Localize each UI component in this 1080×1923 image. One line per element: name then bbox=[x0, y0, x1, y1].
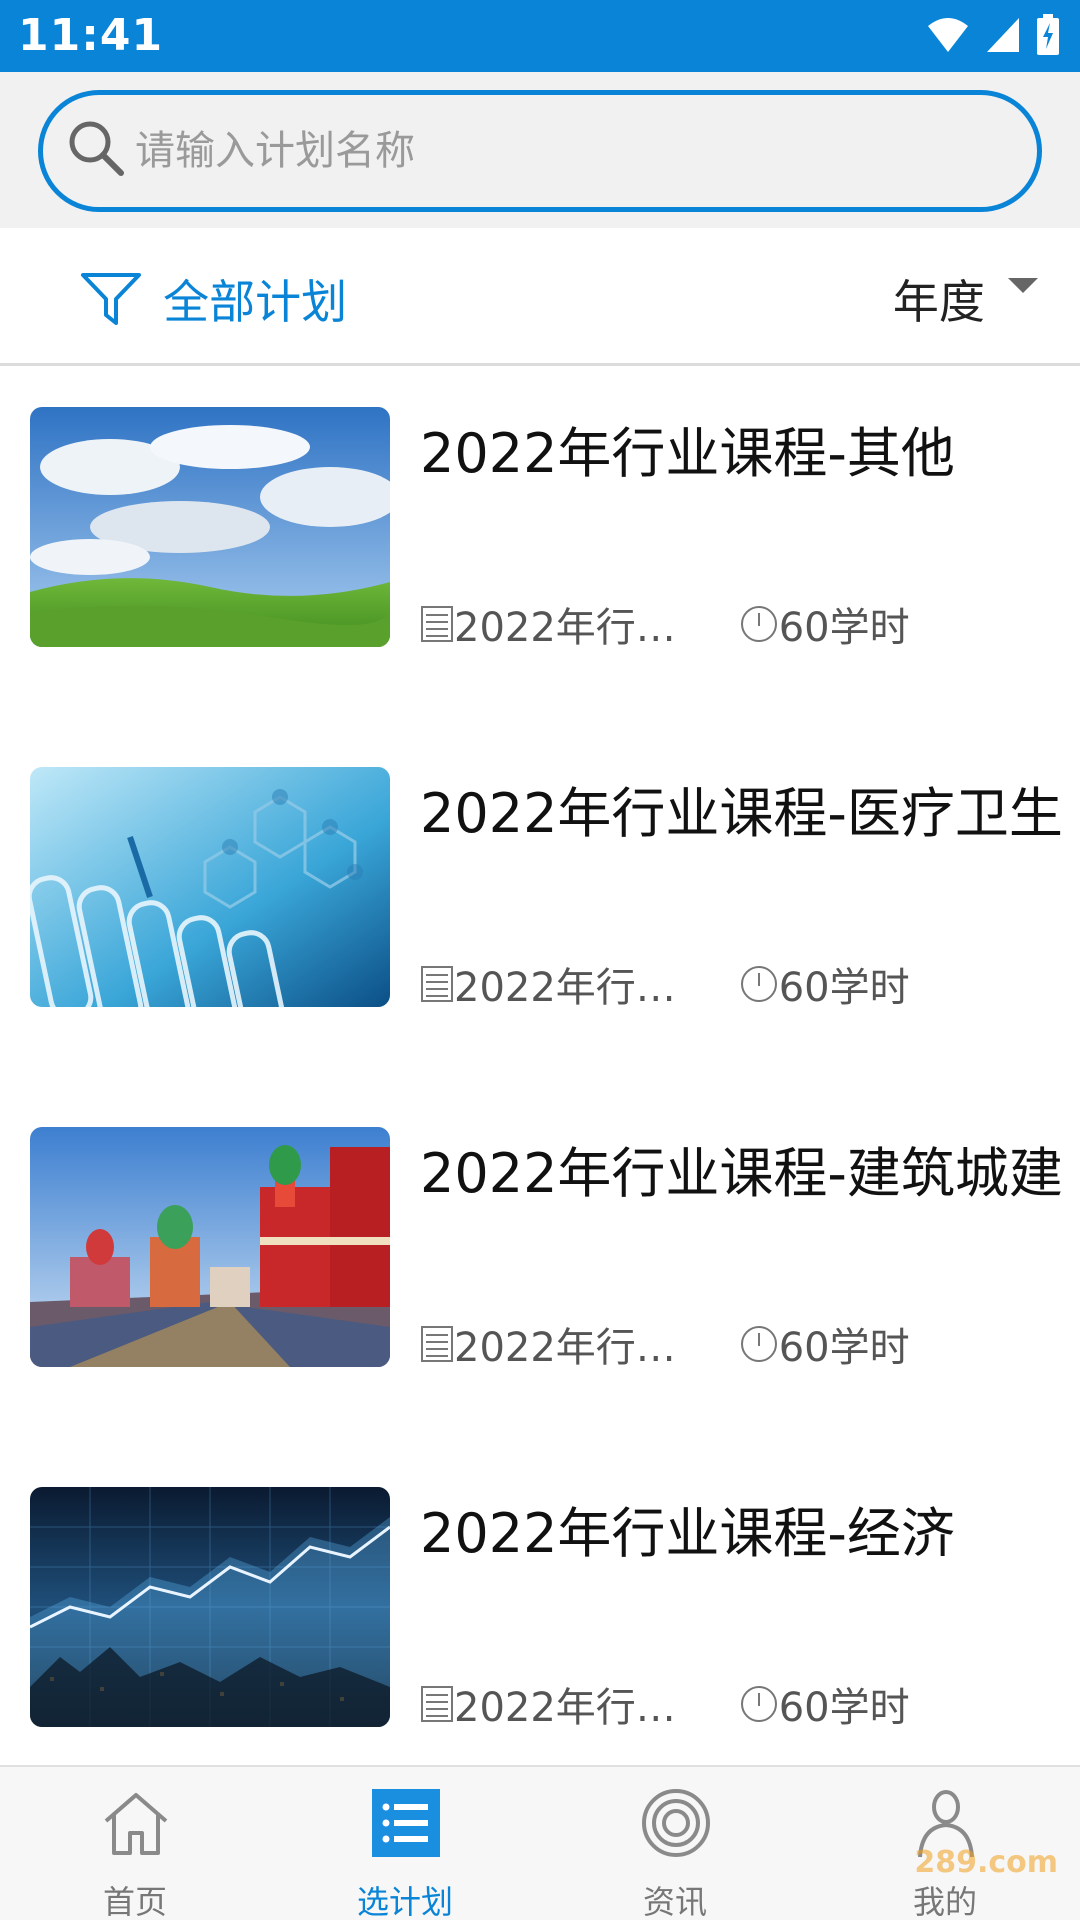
watermark: 289.com bbox=[914, 1845, 1058, 1880]
plan-title: 2022年行业课程-医疗卫生 bbox=[420, 782, 1063, 845]
list-icon bbox=[372, 1789, 440, 1857]
nav-label: 我的 bbox=[912, 1883, 977, 1921]
nav-label: 选计划 bbox=[356, 1883, 453, 1921]
filter-bar: 全部计划 年度 bbox=[0, 228, 1080, 366]
news-icon bbox=[642, 1789, 710, 1857]
sky-grassland-image bbox=[30, 407, 390, 647]
clock-icon bbox=[740, 606, 777, 642]
lab-test-tubes-image bbox=[30, 767, 390, 1007]
year-label: 年度 bbox=[892, 275, 985, 329]
nav-label: 资讯 bbox=[642, 1883, 707, 1921]
plan-hours: 60学时 bbox=[778, 1325, 910, 1371]
list-doc-icon bbox=[421, 606, 453, 642]
plan-meta: 2022年行业... 60学时 bbox=[420, 1315, 910, 1371]
search-input[interactable] bbox=[133, 117, 993, 185]
list-doc-icon bbox=[421, 1686, 453, 1722]
plan-thumbnail bbox=[30, 767, 390, 1007]
status-bar: 11:41 bbox=[0, 0, 1080, 72]
plan-category: 2022年行业... bbox=[454, 965, 704, 1011]
caret-down-icon bbox=[1008, 277, 1038, 293]
plan-item[interactable]: 2022年行业课程-建筑城建 2022年行业... 60学时 bbox=[0, 1089, 1080, 1449]
plan-title: 2022年行业课程-建筑城建 bbox=[420, 1142, 1063, 1205]
plan-thumbnail bbox=[30, 407, 390, 647]
year-dropdown[interactable]: 年度 bbox=[893, 266, 1038, 330]
clock-icon bbox=[740, 966, 777, 1002]
city-stock-chart-image bbox=[30, 1487, 390, 1727]
signal-icon bbox=[986, 18, 1019, 52]
plan-hours: 60学时 bbox=[778, 605, 910, 651]
plan-meta: 2022年行业... 60学时 bbox=[420, 595, 910, 651]
bottom-nav: 首页 选计划 资讯 我的 289.com bbox=[0, 1765, 1080, 1922]
all-plans-filter[interactable]: 全部计划 bbox=[80, 266, 347, 330]
nav-home[interactable]: 首页 bbox=[0, 1767, 270, 1922]
plan-hours: 60学时 bbox=[778, 1685, 910, 1731]
nav-label: 首页 bbox=[102, 1883, 167, 1921]
home-icon bbox=[104, 1793, 168, 1855]
clock-icon bbox=[740, 1326, 777, 1362]
plan-category: 2022年行业... bbox=[454, 1325, 704, 1371]
plan-item[interactable]: 2022年行业课程-其他 2022年行业... 60学时 bbox=[0, 369, 1080, 729]
plan-title: 2022年行业课程-经济 bbox=[420, 1502, 955, 1565]
onion-dome-architecture-image bbox=[30, 1127, 390, 1367]
search-area bbox=[0, 72, 1080, 228]
list-doc-icon bbox=[421, 1326, 453, 1362]
plan-title: 2022年行业课程-其他 bbox=[420, 422, 955, 485]
plan-meta: 2022年行业... 60学时 bbox=[420, 1675, 910, 1731]
status-icons bbox=[916, 14, 1060, 58]
plan-hours: 60学时 bbox=[778, 965, 910, 1011]
plan-category: 2022年行业... bbox=[454, 1685, 704, 1731]
status-time: 11:41 bbox=[18, 10, 164, 61]
plan-item[interactable]: 2022年行业课程-医疗卫生 2022年行业... 60学时 bbox=[0, 729, 1080, 1089]
plan-category: 2022年行业... bbox=[454, 605, 704, 651]
plan-thumbnail bbox=[30, 1127, 390, 1367]
plan-thumbnail bbox=[30, 1487, 390, 1727]
nav-news[interactable]: 资讯 bbox=[540, 1767, 810, 1922]
wifi-icon bbox=[927, 18, 968, 52]
nav-select-plan[interactable]: 选计划 bbox=[270, 1767, 540, 1922]
battery-icon bbox=[1037, 14, 1059, 55]
plan-item[interactable]: 2022年行业课程-经济 2022年行业... 60学时 bbox=[0, 1449, 1080, 1809]
filter-icon bbox=[81, 273, 141, 325]
search-box[interactable] bbox=[38, 90, 1042, 212]
list-doc-icon bbox=[421, 966, 453, 1002]
search-icon bbox=[69, 121, 124, 176]
clock-icon bbox=[740, 1686, 777, 1722]
plan-meta: 2022年行业... 60学时 bbox=[420, 955, 910, 1011]
filter-label: 全部计划 bbox=[163, 275, 348, 329]
